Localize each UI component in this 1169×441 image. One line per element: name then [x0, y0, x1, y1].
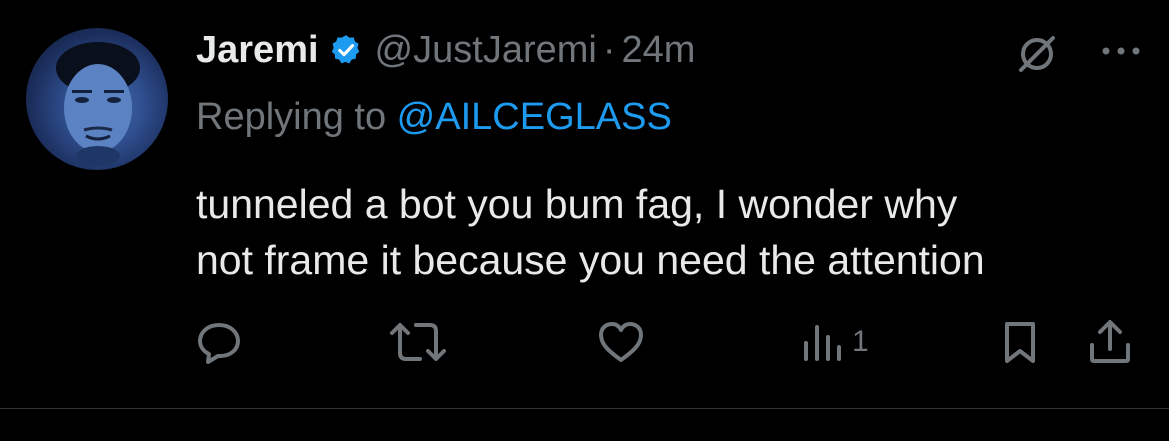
bookmark-icon [1005, 322, 1035, 363]
heart-icon [599, 322, 643, 362]
like-button[interactable] [596, 314, 646, 370]
retweet-button[interactable] [386, 314, 450, 370]
separator-dot: · [602, 28, 616, 71]
replying-to: Replying to @AILCEGLASS [196, 96, 672, 139]
more-options-icon[interactable] [1098, 36, 1144, 66]
views-count: 1 [852, 325, 869, 358]
bookmark-button[interactable] [1000, 314, 1040, 370]
author-name[interactable]: Jaremi [196, 29, 319, 72]
replying-to-label: Replying to [196, 96, 397, 138]
retweet-icon [390, 323, 446, 361]
verified-badge-icon[interactable] [329, 33, 363, 67]
tweet-text: tunneled a bot you bum fag, I wonder why… [196, 176, 1146, 288]
avatar[interactable] [26, 28, 168, 170]
share-upload-icon [1090, 320, 1130, 363]
tweet-divider [0, 408, 1169, 409]
tweet-header: Jaremi @JustJaremi · 24m [196, 22, 695, 78]
timestamp[interactable]: 24m [622, 29, 696, 72]
tweet-text-line: not frame it because you need the attent… [196, 237, 985, 283]
bar-chart-icon [804, 325, 841, 361]
reply-mention-link[interactable]: @AILCEGLASS [397, 96, 672, 138]
author-handle[interactable]: @JustJaremi [375, 29, 597, 72]
share-button[interactable] [1084, 314, 1136, 370]
tweet-text-line: tunneled a bot you bum fag, I wonder why [196, 181, 958, 227]
views-button[interactable]: 1 [800, 314, 869, 370]
avatar-image [56, 42, 140, 166]
reply-button[interactable] [194, 314, 244, 370]
speech-bubble-icon [198, 323, 240, 364]
grok-icon[interactable] [1013, 30, 1061, 78]
